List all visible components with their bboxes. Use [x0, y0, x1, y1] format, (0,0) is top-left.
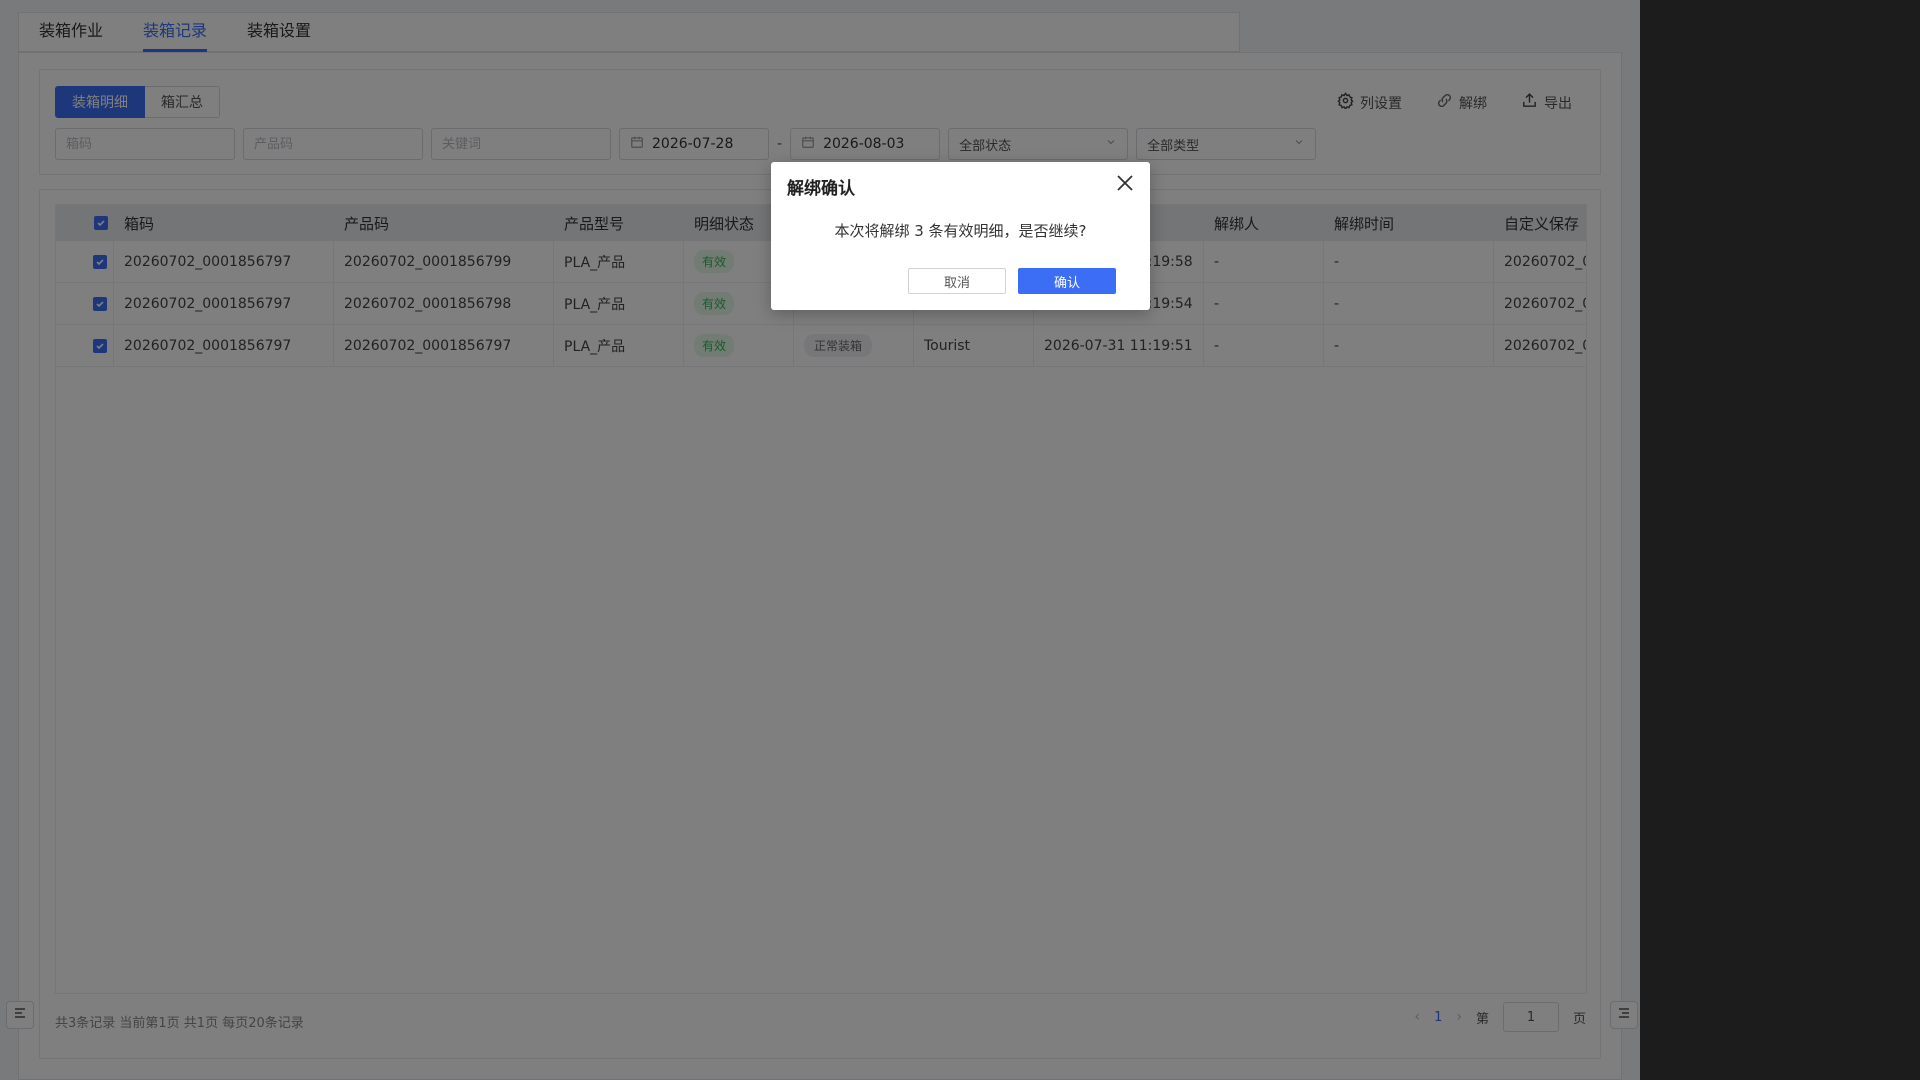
close-icon[interactable] — [1114, 172, 1136, 194]
app-window: 装箱作业 装箱记录 装箱设置 装箱明细 箱汇总 列设置 — [0, 0, 1640, 1080]
cancel-button[interactable]: 取消 — [908, 268, 1006, 294]
confirm-button[interactable]: 确认 — [1018, 268, 1116, 294]
unbind-confirm-dialog: 解绑确认 本次将解绑 3 条有效明细，是否继续? 取消 确认 — [771, 162, 1150, 310]
dialog-message: 本次将解绑 3 条有效明细，是否继续? — [834, 222, 1087, 240]
dialog-title: 解绑确认 — [787, 179, 855, 199]
dialog-actions: 取消 确认 — [908, 268, 1116, 294]
dark-side-area — [1640, 0, 1920, 1080]
